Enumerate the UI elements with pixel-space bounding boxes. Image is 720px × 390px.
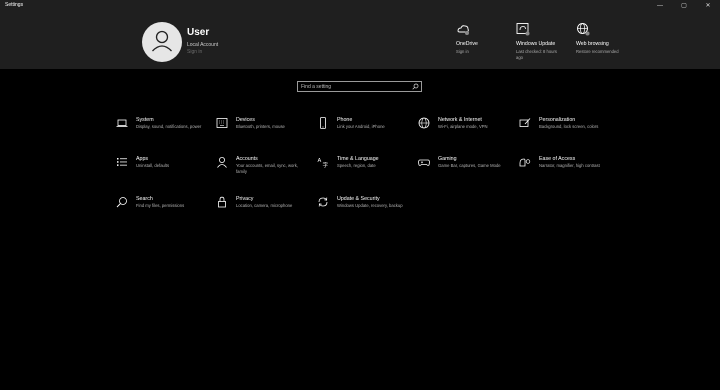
avatar[interactable] xyxy=(142,22,182,62)
tile-search-name: Search xyxy=(136,196,153,202)
tile-gaming-desc: Game Bar, captures, Game Mode xyxy=(438,163,501,168)
tile-devices-name: Devices xyxy=(236,117,255,123)
user-avatar-icon xyxy=(152,30,172,52)
minimize-button[interactable]: — xyxy=(648,0,672,12)
window-title: Settings xyxy=(5,2,24,8)
person-icon xyxy=(217,157,227,168)
brush-icon xyxy=(519,118,531,127)
tile-personalization[interactable]: Personalization Background, lock screen,… xyxy=(519,117,619,151)
user-name: User xyxy=(187,27,210,38)
tile-network[interactable]: Network & Internet Wi-Fi, airplane mode,… xyxy=(418,117,518,151)
tile-apps[interactable]: Apps Uninstall, defaults xyxy=(116,156,216,190)
time-language-icon: A 字 xyxy=(318,158,329,168)
globe-icon xyxy=(418,117,430,129)
lock-icon xyxy=(218,196,226,208)
tile-update-security-name: Update & Security xyxy=(337,196,380,202)
onedrive-item[interactable]: OneDrive Sign in xyxy=(456,22,506,54)
keyboard-icon xyxy=(216,118,228,128)
tile-personalization-desc: Background, lock screen, colors xyxy=(539,124,599,129)
web-browsing-icon xyxy=(577,23,590,36)
tile-devices[interactable]: Devices Bluetooth, printers, mouse xyxy=(216,117,316,151)
web-browsing-sub: Restore recommended xyxy=(576,49,619,54)
close-button[interactable]: ✕ xyxy=(696,0,720,12)
tile-time-language-desc: Speech, region, date xyxy=(337,163,376,168)
tile-network-name: Network & Internet xyxy=(438,117,482,123)
web-browsing-item[interactable]: Web browsing Restore recommended xyxy=(576,22,626,54)
tile-ease-of-access-desc: Narrator, magnifier, high contrast xyxy=(539,163,600,168)
windows-update-item[interactable]: Windows Update Last checked: 8 hours ago xyxy=(516,22,566,60)
tile-accounts-desc: Your accounts, email, sync, work, family xyxy=(236,163,298,174)
tile-phone-name: Phone xyxy=(337,117,353,123)
tile-search-desc: Find my files, permissions xyxy=(136,203,185,208)
phone-icon xyxy=(320,117,326,129)
windows-update-icon xyxy=(516,23,530,36)
tile-personalization-name: Personalization xyxy=(539,117,576,123)
header-banner: User Local Account Sign in OneDrive Sign… xyxy=(0,12,720,69)
tile-apps-name: Apps xyxy=(136,156,149,162)
tile-update-security[interactable]: Update & Security Windows Update, recove… xyxy=(317,196,417,230)
onedrive-label: OneDrive xyxy=(456,41,478,47)
ease-of-access-icon xyxy=(519,158,531,167)
tile-privacy-name: Privacy xyxy=(236,196,254,202)
gamepad-icon xyxy=(418,159,430,166)
tile-search[interactable]: Search Find my files, permissions xyxy=(116,196,216,230)
tile-devices-desc: Bluetooth, printers, mouse xyxy=(236,124,285,129)
tile-time-language-name: Time & Language xyxy=(337,156,379,162)
tile-gaming[interactable]: Gaming Game Bar, captures, Game Mode xyxy=(418,156,518,190)
search-input[interactable] xyxy=(301,82,411,91)
tile-ease-of-access-name: Ease of Access xyxy=(539,156,576,162)
apps-list-icon xyxy=(117,158,127,166)
laptop-icon xyxy=(116,119,128,127)
windows-update-label: Windows Update xyxy=(516,41,556,47)
tile-accounts[interactable]: Accounts Your accounts, email, sync, wor… xyxy=(216,156,316,190)
svg-text:A: A xyxy=(318,158,322,164)
tile-privacy-desc: Location, camera, microphone xyxy=(236,203,293,208)
tile-accounts-name: Accounts xyxy=(236,156,258,162)
search-icon[interactable] xyxy=(412,83,419,90)
account-type: Local Account xyxy=(187,42,219,48)
search-icon xyxy=(116,197,127,208)
tile-gaming-name: Gaming xyxy=(438,156,457,162)
tile-phone[interactable]: Phone Link your Android, iPhone xyxy=(317,117,417,151)
tile-apps-desc: Uninstall, defaults xyxy=(136,163,170,168)
onedrive-sub: Sign in xyxy=(456,49,469,54)
tile-time-language[interactable]: A 字 Time & Language Speech, region, date xyxy=(317,156,417,190)
sign-in-link[interactable]: Sign in xyxy=(187,49,202,55)
tile-system[interactable]: System Display, sound, notifications, po… xyxy=(116,117,216,151)
tile-network-desc: Wi-Fi, airplane mode, VPN xyxy=(438,124,488,129)
search-box[interactable] xyxy=(297,81,422,92)
tile-ease-of-access[interactable]: Ease of Access Narrator, magnifier, high… xyxy=(519,156,619,190)
onedrive-icon xyxy=(457,25,469,35)
maximize-button[interactable]: ▢ xyxy=(672,0,696,12)
tile-privacy[interactable]: Privacy Location, camera, microphone xyxy=(216,196,316,230)
title-bar: Settings — ▢ ✕ xyxy=(0,0,720,12)
tile-system-name: System xyxy=(136,117,154,123)
tile-update-security-desc: Windows Update, recovery, backup xyxy=(337,203,403,208)
windows-update-sub: Last checked: 8 hours ago xyxy=(516,49,557,60)
tile-system-desc: Display, sound, notifications, power xyxy=(136,124,202,129)
svg-text:字: 字 xyxy=(323,161,329,168)
sync-icon xyxy=(318,197,328,207)
tile-phone-desc: Link your Android, iPhone xyxy=(337,124,385,129)
web-browsing-label: Web browsing xyxy=(576,41,609,47)
